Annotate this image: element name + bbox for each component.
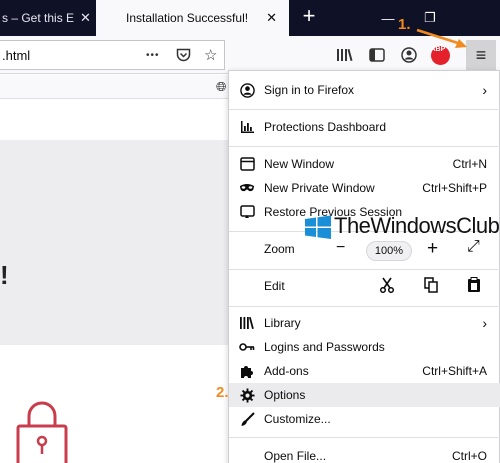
menu-item-label: New Window <box>264 157 335 171</box>
chart-icon <box>239 119 255 135</box>
library-icon <box>239 315 255 331</box>
menu-item-logins[interactable]: Logins and Passwords <box>229 335 500 359</box>
menu-item-label: Logins and Passwords <box>264 340 385 354</box>
key-icon <box>239 339 255 355</box>
page-banner <box>0 140 230 345</box>
app-menu-panel: Sign in to Firefox › Protections Dashboa… <box>228 70 500 463</box>
hamburger-icon: ≡ <box>475 44 487 65</box>
gear-icon <box>239 387 255 403</box>
watermark-text: TheWindowsClub <box>334 213 500 238</box>
zoom-out-button[interactable]: − <box>336 239 345 257</box>
menu-item-customize[interactable]: Customize... <box>229 407 500 431</box>
menu-item-label: Library <box>264 316 301 330</box>
menu-item-sign-in[interactable]: Sign in to Firefox › <box>229 78 500 102</box>
menu-item-shortcut: Ctrl+Shift+P <box>422 181 487 195</box>
menu-separator <box>229 109 500 110</box>
menu-separator <box>229 146 500 147</box>
edit-row: Edit <box>229 274 500 298</box>
pocket-icon[interactable] <box>176 48 191 65</box>
menu-item-label: Sign in to Firefox <box>264 83 355 97</box>
chevron-right-icon: › <box>482 315 487 331</box>
zoom-label: Zoom <box>264 242 295 256</box>
annotation-arrow-icon <box>416 28 467 48</box>
menu-item-new-private-window[interactable]: New Private Window Ctrl+Shift+P <box>229 176 500 200</box>
page-actions-icon[interactable]: ••• <box>146 50 160 61</box>
menu-item-shortcut: Ctrl+O <box>451 449 487 463</box>
copy-icon[interactable] <box>423 277 439 296</box>
menu-separator <box>229 306 500 307</box>
bookmark-star-icon[interactable]: ☆ <box>204 46 217 64</box>
menu-item-label: Customize... <box>264 412 331 426</box>
menu-item-open-file[interactable]: Open File... Ctrl+O <box>229 444 500 463</box>
paste-icon[interactable] <box>467 277 481 296</box>
globe-icon: 🌐︎ <box>216 79 227 94</box>
library-toolbar-icon[interactable] <box>334 44 356 66</box>
mask-icon <box>239 180 255 196</box>
menu-item-shortcut: Ctrl+N <box>452 157 487 171</box>
menu-item-protections-dashboard[interactable]: Protections Dashboard <box>229 115 500 139</box>
new-tab-button[interactable]: + <box>298 5 320 29</box>
annotation-step-1: 1. <box>398 16 411 33</box>
watermark: TheWindowsClub <box>304 201 500 241</box>
tab-get-this-extension[interactable]: s – Get this E ✕ <box>0 0 96 36</box>
zoom-in-button[interactable]: + <box>427 238 438 260</box>
menu-separator <box>229 437 500 438</box>
zoom-reset-button[interactable]: 100% <box>366 241 412 261</box>
menu-item-shortcut: Ctrl+Shift+A <box>422 364 487 378</box>
menu-separator <box>229 269 500 270</box>
menu-item-label: Protections Dashboard <box>264 120 387 134</box>
restore-icon <box>239 204 255 220</box>
page-heading-fragment: ! <box>0 260 9 290</box>
puzzle-icon <box>239 363 255 379</box>
menu-item-new-window[interactable]: New Window Ctrl+N <box>229 152 500 176</box>
sidebar-toggle-icon[interactable] <box>366 44 388 66</box>
menu-item-add-ons[interactable]: Add-ons Ctrl+Shift+A <box>229 359 500 383</box>
new-window-icon <box>239 156 255 172</box>
brush-icon <box>239 411 255 427</box>
annotation-step-2: 2. <box>216 384 229 401</box>
minimize-icon: — <box>381 10 395 26</box>
menu-item-label: Options <box>264 388 306 402</box>
close-tab-icon[interactable]: ✕ <box>266 10 277 26</box>
tab-title: Installation Successful! <box>126 11 249 25</box>
menu-item-library[interactable]: Library › <box>229 311 500 335</box>
chevron-right-icon: › <box>482 82 487 98</box>
lock-icon <box>16 396 68 463</box>
tab-installation-successful[interactable]: Installation Successful! ✕ <box>96 0 289 36</box>
edit-label: Edit <box>264 279 285 293</box>
tab-title: s – Get this E <box>2 11 75 25</box>
menu-item-label: New Private Window <box>264 181 375 195</box>
cut-icon[interactable] <box>379 277 395 296</box>
account-icon <box>239 82 255 98</box>
menu-item-options[interactable]: Options <box>229 383 500 407</box>
close-tab-icon[interactable]: ✕ <box>80 10 91 26</box>
menu-item-label: Add-ons <box>264 364 309 378</box>
url-text: .html <box>2 47 31 63</box>
windows-logo <box>305 215 331 239</box>
menu-item-label: Open File... <box>264 449 327 463</box>
url-bar[interactable]: .html ••• ☆ <box>0 40 225 70</box>
